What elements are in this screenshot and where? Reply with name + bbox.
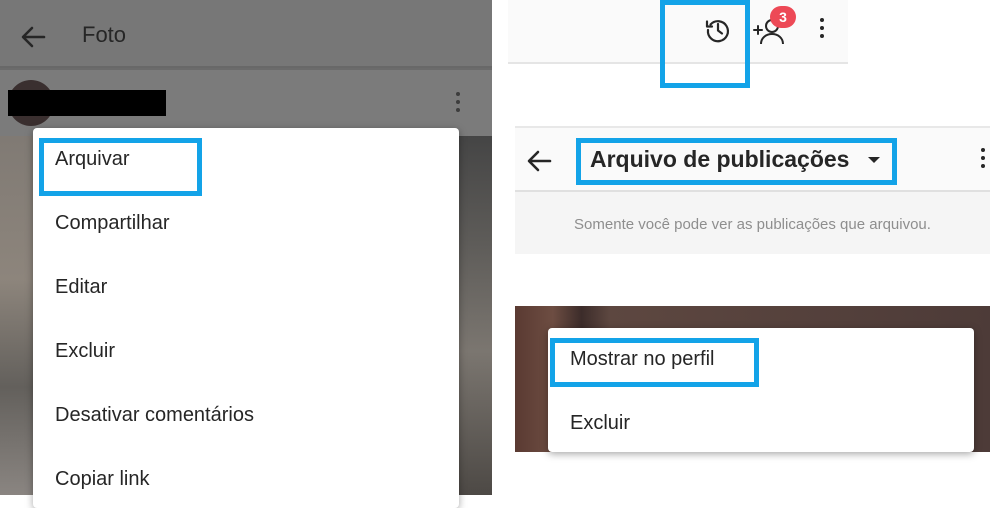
post-photo-right-edge	[459, 136, 492, 495]
more-options-icon[interactable]	[814, 16, 830, 44]
left-top-bar	[0, 0, 492, 68]
page-title: Foto	[82, 22, 127, 47]
archive-info-text: Somente você pode ver as publicações que…	[574, 216, 931, 233]
menu-item-edit[interactable]: Editar	[55, 276, 107, 299]
highlight-show-on-profile	[550, 338, 759, 387]
highlight-archive-icon	[660, 0, 750, 88]
menu-item-share[interactable]: Compartilhar	[55, 212, 169, 235]
menu-item-disable-comments[interactable]: Desativar comentários	[55, 404, 254, 427]
highlight-archive	[39, 138, 202, 196]
back-arrow-icon[interactable]	[524, 146, 554, 176]
redacted-username	[8, 90, 166, 116]
notification-badge: 3	[770, 6, 796, 28]
highlight-archive-title	[576, 138, 897, 185]
post-photo-left-edge	[0, 136, 33, 495]
menu-item-delete[interactable]: Excluir	[55, 340, 115, 363]
more-options-icon[interactable]	[450, 90, 466, 118]
back-arrow-icon[interactable]	[18, 22, 48, 52]
menu-item-copy-link[interactable]: Copiar link	[55, 468, 149, 491]
more-options-icon[interactable]	[975, 146, 990, 174]
menu-item-delete[interactable]: Excluir	[570, 412, 630, 435]
